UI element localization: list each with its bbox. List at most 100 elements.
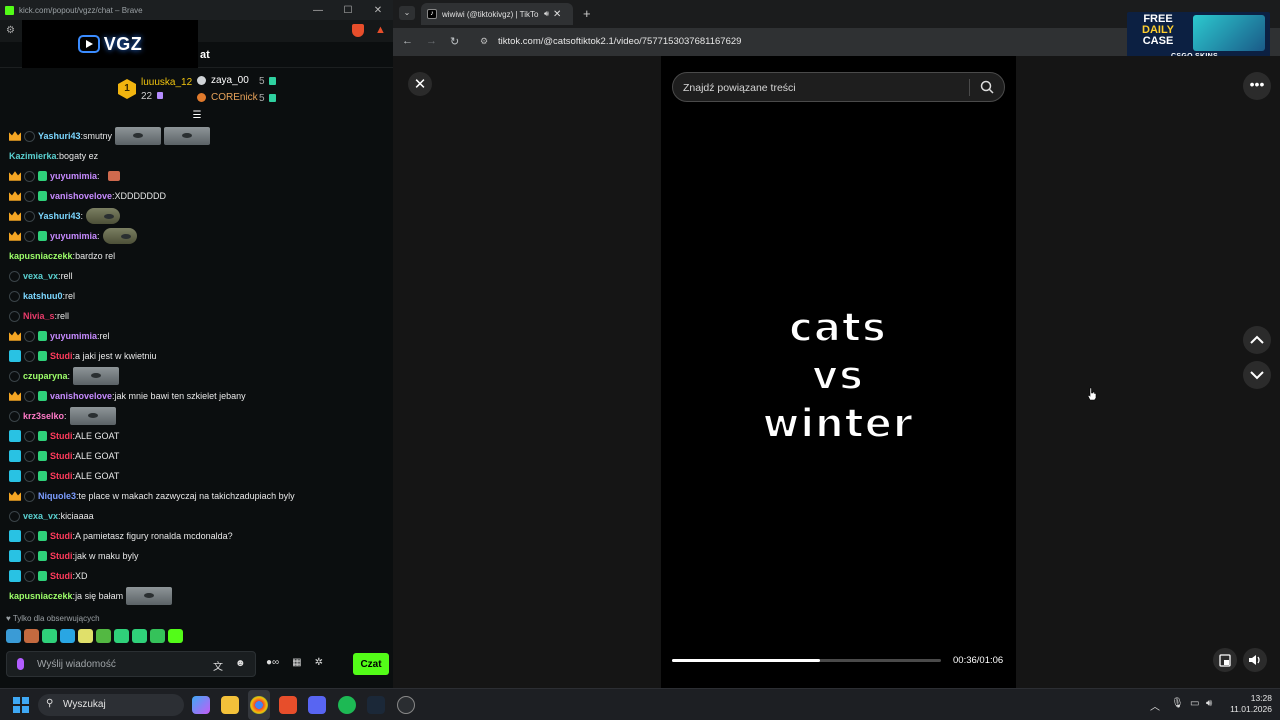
chat-username[interactable]: Studi	[50, 451, 73, 461]
subscriber-badge-icon[interactable]	[38, 351, 47, 361]
verified-ring-icon[interactable]	[24, 330, 35, 342]
network-icon[interactable]: ▭	[1190, 698, 1199, 709]
taskbar-search[interactable]: ⚲ Wyszukaj	[38, 694, 184, 716]
chat-username[interactable]: Yashuri43	[38, 211, 81, 221]
subscriber-badge-icon[interactable]	[38, 231, 47, 241]
verified-ring-icon[interactable]	[24, 470, 35, 482]
next-video-button[interactable]	[1243, 361, 1271, 389]
chat-username[interactable]: Yashuri43	[38, 131, 81, 141]
verified-ring-icon[interactable]	[9, 270, 20, 282]
gear-icon[interactable]: ✲	[315, 657, 323, 668]
maximize-icon[interactable]: ☐	[333, 5, 363, 16]
chat-emote[interactable]	[102, 228, 137, 244]
tray-overflow-icon[interactable]: ︿	[1150, 698, 1160, 713]
subscriber-badge-icon[interactable]	[38, 451, 47, 461]
verified-ring-icon[interactable]	[24, 170, 35, 182]
chat-emote[interactable]	[69, 407, 116, 425]
chat-username[interactable]: yuyumimia	[50, 171, 97, 181]
taskbar-clock[interactable]: 13:28 11.01.2026	[1222, 693, 1272, 715]
mic-icon[interactable]	[17, 658, 24, 670]
mic-tray-icon[interactable]: 🎙︎	[1171, 698, 1184, 709]
subscriber-badge-icon[interactable]	[38, 191, 47, 201]
translate-icon[interactable]: 文	[213, 658, 223, 673]
close-viewer-button[interactable]: ✕	[408, 72, 432, 96]
site-info-icon[interactable]: ⚙	[480, 36, 488, 47]
emoji-icon[interactable]: ☻	[235, 658, 246, 669]
previous-video-button[interactable]	[1243, 326, 1271, 354]
pip-button[interactable]	[1213, 648, 1237, 672]
crown-badge-icon[interactable]	[9, 491, 21, 501]
verified-ring-icon[interactable]	[24, 490, 35, 502]
verified-ring-icon[interactable]	[24, 550, 35, 562]
send-chat-button[interactable]: Czat	[353, 653, 389, 675]
chat-emote[interactable]	[73, 367, 120, 385]
back-icon[interactable]: ←	[402, 35, 413, 47]
audio-icon[interactable]: 🔊︎	[544, 9, 549, 19]
chat-emote[interactable]	[86, 208, 121, 224]
filter-icon[interactable]: ☰	[191, 110, 203, 122]
tab-close-icon[interactable]: ✕	[553, 9, 561, 20]
chrome-icon[interactable]	[250, 696, 268, 714]
emote-quick[interactable]	[24, 629, 39, 643]
new-tab-icon[interactable]: +	[583, 6, 591, 21]
volume-button[interactable]	[1243, 648, 1267, 672]
related-search-input[interactable]	[683, 79, 953, 96]
emote-quick[interactable]	[132, 629, 147, 643]
subscriber-badge-icon[interactable]	[38, 391, 47, 401]
gifter-badge-icon[interactable]	[9, 470, 21, 482]
chat-username[interactable]: Nivia_s	[23, 311, 55, 321]
more-options-button[interactable]: •••	[1243, 72, 1271, 100]
chat-username[interactable]: Studi	[50, 431, 73, 441]
verified-ring-icon[interactable]	[24, 530, 35, 542]
chat-username[interactable]: kapusniaczekk	[9, 591, 73, 601]
verified-ring-icon[interactable]	[24, 230, 35, 242]
subscriber-badge-icon[interactable]	[38, 471, 47, 481]
subscriber-badge-icon[interactable]	[38, 431, 47, 441]
verified-ring-icon[interactable]	[9, 310, 20, 322]
chat-username[interactable]: kapusniaczekk	[9, 251, 73, 261]
subscriber-badge-icon[interactable]	[38, 551, 47, 561]
chat-username[interactable]: Studi	[50, 571, 73, 581]
chat-emote[interactable]	[126, 587, 173, 605]
crown-badge-icon[interactable]	[9, 211, 21, 221]
verified-ring-icon[interactable]	[9, 410, 20, 422]
chat-username[interactable]: Kazimierka	[9, 151, 57, 161]
verified-ring-icon[interactable]	[24, 190, 35, 202]
crown-badge-icon[interactable]	[9, 131, 21, 141]
leaderboard-third-name[interactable]: COREnick	[211, 92, 258, 103]
emote-quick[interactable]	[60, 629, 75, 643]
leaderboard-second-name[interactable]: zaya_00	[211, 75, 249, 86]
chat-username[interactable]: Studi	[50, 551, 73, 561]
crown-badge-icon[interactable]	[9, 231, 21, 241]
spotify-icon[interactable]	[338, 696, 356, 714]
verified-ring-icon[interactable]	[9, 370, 20, 382]
emote-quick[interactable]	[42, 629, 57, 643]
tab-search-icon[interactable]: ⌄	[399, 6, 415, 20]
start-button[interactable]	[13, 697, 29, 713]
emote-quick[interactable]	[168, 629, 183, 643]
chat-username[interactable]: vexa_vx	[23, 271, 58, 281]
verified-ring-icon[interactable]	[24, 350, 35, 362]
leaderboard-first-name[interactable]: luuuska_12	[141, 77, 192, 88]
brave-shields-icon[interactable]	[352, 24, 364, 37]
brave-icon[interactable]	[279, 696, 297, 714]
subscriber-badge-icon[interactable]	[38, 571, 47, 581]
discord-icon[interactable]	[308, 696, 326, 714]
chat-username[interactable]: katshuu0	[23, 291, 63, 301]
forward-icon[interactable]: →	[426, 35, 437, 47]
chat-username[interactable]: Studi	[50, 351, 73, 361]
gifter-badge-icon[interactable]	[9, 450, 21, 462]
verified-ring-icon[interactable]	[24, 570, 35, 582]
site-settings-icon[interactable]: ⚙	[6, 25, 15, 36]
tab-tiktok[interactable]: ♪ wiwiwi (@tiktokivgz) | TikTo 🔊︎ ✕	[421, 3, 573, 25]
chat-message-input[interactable]	[37, 656, 207, 673]
crown-badge-icon[interactable]	[9, 391, 21, 401]
verified-ring-icon[interactable]	[9, 290, 20, 302]
chat-username[interactable]: vanishovelove	[50, 391, 112, 401]
gifter-badge-icon[interactable]	[9, 430, 21, 442]
chat-username[interactable]: vexa_vx	[23, 511, 58, 521]
chat-username[interactable]: czuparyna	[23, 371, 68, 381]
chat-emote[interactable]	[164, 127, 211, 145]
verified-ring-icon[interactable]	[24, 450, 35, 462]
file-explorer-icon[interactable]	[221, 696, 239, 714]
